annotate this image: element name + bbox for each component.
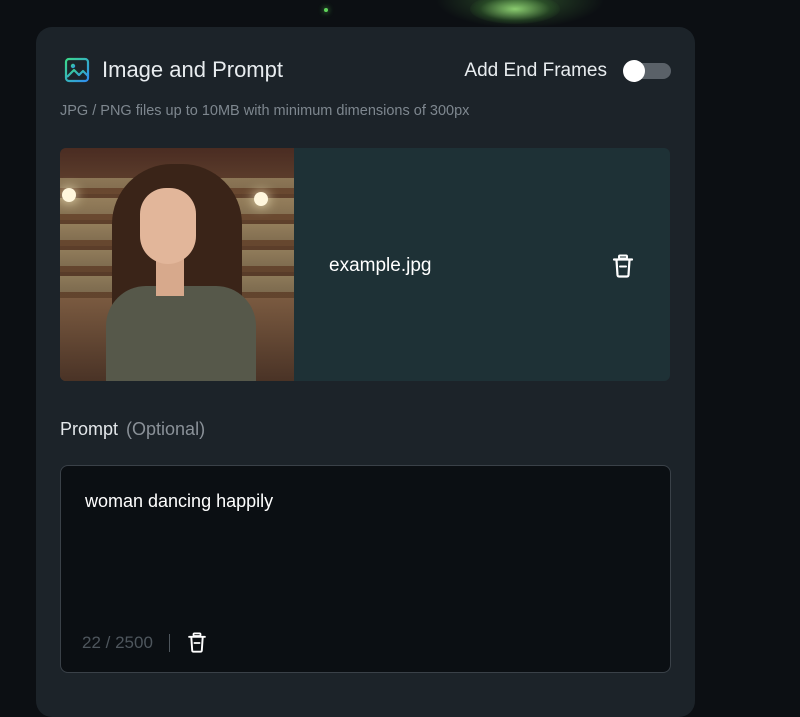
image-icon: [64, 57, 90, 83]
file-requirements-note: JPG / PNG files up to 10MB with minimum …: [60, 103, 470, 119]
uploaded-file-card: example.jpg: [60, 148, 670, 381]
panel-title: Image and Prompt: [102, 57, 283, 82]
footer-divider: [168, 633, 170, 652]
character-count: 22 / 2500: [82, 632, 153, 652]
prompt-footer: 22 / 2500: [82, 632, 207, 653]
prompt-label-text: Prompt: [60, 419, 119, 439]
prompt-text[interactable]: woman dancing happily: [85, 491, 273, 512]
thumbnail-sweater: [106, 286, 256, 381]
thumbnail-lamp: [62, 188, 76, 202]
add-end-frames-control: Add End Frames: [464, 60, 671, 82]
background-leaf-glow: [470, 0, 560, 24]
panel-header: Image and Prompt: [64, 57, 283, 83]
prompt-optional-label: (Optional): [126, 419, 206, 439]
prompt-input[interactable]: woman dancing happily 22 / 2500: [60, 465, 671, 673]
clear-prompt-trash-icon[interactable]: [187, 632, 207, 653]
toggle-knob: [623, 60, 645, 82]
background-glow-dot: [324, 8, 328, 12]
delete-file-trash-icon[interactable]: [612, 254, 634, 278]
thumbnail-lamp: [254, 192, 268, 206]
add-end-frames-label: Add End Frames: [464, 60, 607, 81]
image-thumbnail[interactable]: [60, 148, 294, 381]
prompt-label: Prompt (Optional): [60, 419, 205, 440]
file-name: example.jpg: [329, 255, 432, 276]
add-end-frames-toggle[interactable]: [623, 60, 671, 82]
image-and-prompt-panel: Image and Prompt Add End Frames JPG / PN…: [36, 27, 695, 717]
thumbnail-face: [140, 188, 196, 264]
